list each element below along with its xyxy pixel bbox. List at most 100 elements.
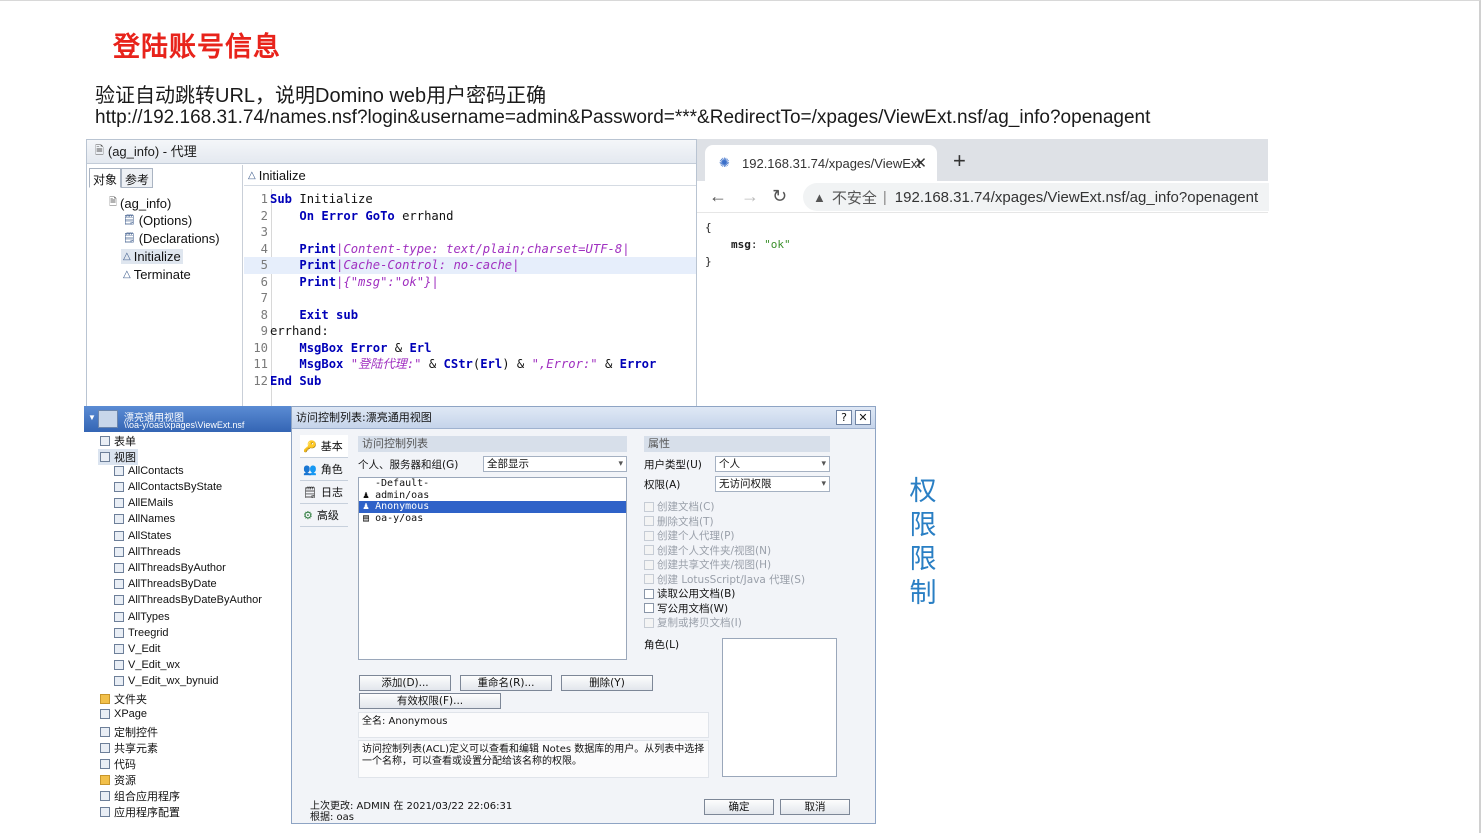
code-line: 9 errhand:: [244, 323, 696, 340]
new-tab-icon[interactable]: +: [953, 148, 966, 174]
database-header[interactable]: ▼ 漂亮通用视图 \\oa-y/oas\xpages\ViewExt.nsf: [84, 406, 291, 432]
nav-item-app-config[interactable]: 应用程序配置: [100, 804, 180, 820]
nav-item-view[interactable]: AllThreads: [114, 546, 181, 558]
create-personal-agents-checkbox[interactable]: 创建个人代理(P): [644, 528, 735, 543]
nav-item-view[interactable]: AllNames: [114, 513, 175, 525]
roles-list[interactable]: [722, 638, 837, 777]
nav-item-view[interactable]: AllThreadsByDate: [114, 578, 217, 590]
nav-item-label: 共享元素: [114, 743, 158, 755]
close-tab-icon[interactable]: ✕: [914, 154, 927, 172]
nav-item-view[interactable]: AllContactsByState: [114, 481, 222, 493]
nav-item-view[interactable]: Treegrid: [114, 627, 169, 639]
nav-item-view[interactable]: AllStates: [114, 530, 171, 542]
people-filter-select[interactable]: 全部显示 ▾: [483, 456, 627, 472]
checkbox-box: [644, 545, 654, 555]
acl-tab-basic[interactable]: 🔑 基本: [300, 435, 348, 458]
nav-item-views[interactable]: 视图: [98, 449, 138, 465]
create-personal-folders-checkbox[interactable]: 创建个人文件夹/视图(N): [644, 543, 771, 558]
line-number: 9: [260, 324, 268, 338]
acl-entry[interactable]: ♟ admin/oas: [359, 490, 626, 502]
user-type-select[interactable]: 个人 ▾: [715, 456, 830, 472]
create-lotusscript-agents-checkbox[interactable]: 创建 LotusScript/Java 代理(S): [644, 572, 805, 587]
acl-entry-list[interactable]: -Default- ♟ admin/oas ♟ Anonymous ▤ oa-y…: [358, 477, 627, 660]
tab-reference[interactable]: 参考: [121, 168, 154, 188]
browser-tab[interactable]: ✺ 192.168.31.74/xpages/ViewExt ✕: [705, 145, 937, 181]
view-icon: [114, 466, 124, 476]
cancel-button[interactable]: 取消: [780, 799, 850, 815]
nav-item-composite-apps[interactable]: 组合应用程序: [100, 788, 180, 804]
add-button[interactable]: 添加(D)...: [359, 675, 451, 691]
create-shared-folders-checkbox[interactable]: 创建共享文件夹/视图(H): [644, 557, 771, 572]
nav-item-view[interactable]: V_Edit_wx_bynuid: [114, 675, 219, 687]
nav-item-view[interactable]: AllContacts: [114, 465, 184, 477]
ok-button[interactable]: 确定: [704, 799, 774, 815]
acl-entry-label: Anonymous: [375, 501, 430, 512]
create-documents-checkbox[interactable]: 创建文档(C): [644, 499, 715, 514]
write-public-documents-checkbox[interactable]: 写公用文档(W): [644, 601, 728, 616]
rename-button[interactable]: 重命名(R)...: [460, 675, 552, 691]
address-bar[interactable]: ▲ 不安全 | 192.168.31.74/xpages/ViewExt.nsf…: [803, 183, 1269, 211]
acl-side-tabs: 🔑 基本 👥 角色 🗒 日志 ⚙ 高级: [300, 435, 348, 527]
delete-button[interactable]: 删除(Y): [561, 675, 653, 691]
code-keyword: Print: [299, 241, 337, 256]
access-label: 权限(A): [644, 479, 681, 491]
back-icon[interactable]: ←: [709, 186, 727, 207]
tree-item-ag-info[interactable]: 🗎 (ag_info): [109, 195, 171, 212]
nav-item-view[interactable]: V_Edit_wx: [114, 659, 180, 671]
nav-item-view[interactable]: AllThreadsByDateByAuthor: [114, 594, 262, 606]
nav-item-label: AllThreadsByDate: [128, 578, 217, 590]
slide-url: http://192.168.31.74/names.nsf?login&use…: [95, 107, 1151, 128]
agent-editor-window: 🗎 (ag_info) - 代理 对象 参考 🗎 (ag_info) 🗒 (Op…: [86, 139, 697, 411]
nav-item-view[interactable]: AllTypes: [114, 611, 170, 623]
composite-app-icon: [100, 791, 110, 801]
code-editor[interactable]: 1 Sub Initialize 2 On Error GoTo errhand …: [244, 189, 696, 410]
nav-item-shared-elements[interactable]: 共享元素: [100, 740, 158, 756]
delete-documents-checkbox[interactable]: 删除文档(T): [644, 514, 714, 529]
nav-item-label: 资源: [114, 775, 136, 787]
access-select[interactable]: 无访问权限 ▾: [715, 476, 830, 492]
nav-item-forms[interactable]: 表单: [100, 433, 136, 449]
nav-item-label: AllThreadsByDateByAuthor: [128, 594, 262, 606]
nav-item-folders[interactable]: 文件夹: [100, 691, 147, 707]
nav-item-label: AllNames: [128, 513, 176, 525]
nav-item-xpage[interactable]: XPage: [100, 708, 147, 720]
tree-item-options[interactable]: 🗒 (Options): [123, 213, 192, 228]
replicate-documents-checkbox[interactable]: 复制或拷贝文档(I): [644, 615, 742, 630]
tab-objects[interactable]: 对象: [89, 168, 122, 188]
acl-entry-selected[interactable]: ♟ Anonymous: [359, 501, 626, 513]
effective-access-button[interactable]: 有效权限(F)...: [359, 693, 501, 709]
code-text: ): [502, 357, 510, 371]
user-type-value: 个人: [719, 458, 740, 470]
read-public-documents-checkbox[interactable]: 读取公用文档(B): [644, 586, 735, 601]
tree-item-initialize[interactable]: △ Initialize: [121, 249, 183, 264]
reload-icon[interactable]: ↻: [772, 186, 787, 207]
nav-item-label: AllContactsByState: [128, 481, 223, 493]
nav-item-code[interactable]: 代码: [100, 756, 136, 772]
browser-nav-bar: ← → ↻ ▲ 不安全 | 192.168.31.74/xpages/ViewE…: [697, 181, 1269, 213]
acl-tab-log[interactable]: 🗒 日志: [300, 481, 348, 504]
nav-item-label: V_Edit: [128, 643, 161, 655]
nav-item-view[interactable]: AllThreadsByAuthor: [114, 562, 226, 574]
acl-dialog-title-text: 访问控制列表:漂亮通用视图: [296, 411, 432, 424]
help-button[interactable]: ?: [836, 410, 852, 425]
nav-item-resources[interactable]: 资源: [100, 772, 136, 788]
acl-tab-roles[interactable]: 👥 角色: [300, 458, 348, 481]
agent-icon: 🗎: [95, 145, 104, 157]
tree-item-label: Terminate: [133, 267, 191, 282]
acl-entry[interactable]: ▤ oa-y/oas: [359, 513, 626, 525]
nav-item-label: 表单: [114, 436, 136, 448]
forward-icon[interactable]: →: [741, 186, 759, 207]
nav-item-view[interactable]: V_Edit: [114, 643, 160, 655]
acl-entry[interactable]: -Default-: [359, 478, 626, 490]
nav-item-view[interactable]: AllEMails: [114, 497, 173, 509]
close-button[interactable]: ✕: [855, 410, 871, 425]
json-key: msg: [731, 238, 751, 251]
tree-item-declarations[interactable]: 🗒 (Declarations): [123, 231, 220, 246]
nav-item-label: AllEMails: [128, 497, 174, 509]
tree-item-terminate[interactable]: △ Terminate: [123, 267, 191, 282]
collapse-arrow-icon[interactable]: ▼: [88, 413, 96, 422]
line-number: 10: [253, 340, 268, 355]
insecure-label[interactable]: 不安全: [832, 187, 877, 208]
acl-tab-advanced[interactable]: ⚙ 高级: [300, 504, 348, 527]
nav-item-custom-controls[interactable]: 定制控件: [100, 724, 158, 740]
